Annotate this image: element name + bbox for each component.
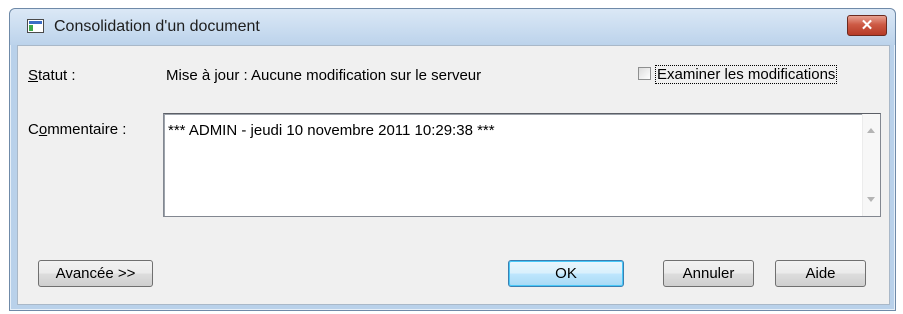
scroll-up-arrow-icon[interactable] bbox=[867, 128, 875, 133]
status-label-accesskey: S bbox=[28, 67, 39, 84]
comment-label-accesskey: o bbox=[38, 121, 48, 138]
help-button[interactable]: Aide bbox=[775, 260, 866, 287]
status-value: Mise à jour : Aucune modification sur le… bbox=[166, 67, 482, 84]
scroll-down-arrow-icon[interactable] bbox=[867, 197, 875, 202]
advanced-button[interactable]: Avancée >> bbox=[38, 260, 153, 287]
comment-label-rest: mmentaire : bbox=[47, 121, 127, 138]
status-label: Statut : bbox=[28, 67, 76, 84]
review-changes-label[interactable]: Examiner les modifications bbox=[655, 65, 838, 84]
close-icon: ✕ bbox=[860, 17, 874, 34]
cancel-button[interactable]: Annuler bbox=[663, 260, 754, 287]
ok-button[interactable]: OK bbox=[508, 260, 624, 287]
dialog-body: Statut : Mise à jour : Aucune modificati… bbox=[17, 45, 890, 305]
comment-text[interactable]: *** ADMIN - jeudi 10 novembre 2011 10:29… bbox=[168, 122, 495, 139]
document-window-icon bbox=[27, 19, 44, 33]
status-label-rest: tatut : bbox=[38, 67, 76, 84]
review-changes-checkbox-box[interactable] bbox=[638, 67, 651, 80]
review-changes-label-rest: xaminer les modifications bbox=[667, 66, 836, 83]
comment-label-first: C bbox=[28, 121, 39, 138]
dialog-title: Consolidation d'un document bbox=[54, 18, 260, 35]
consolidation-dialog: Consolidation d'un document ✕ Statut : M… bbox=[9, 8, 896, 311]
close-button[interactable]: ✕ bbox=[847, 15, 887, 36]
comment-label: Commentaire : bbox=[28, 121, 126, 138]
title-bar[interactable]: Consolidation d'un document ✕ bbox=[10, 9, 895, 45]
comment-scrollbar[interactable] bbox=[862, 114, 880, 216]
review-changes-accesskey: E bbox=[657, 66, 668, 83]
comment-textarea[interactable]: *** ADMIN - jeudi 10 novembre 2011 10:29… bbox=[163, 113, 881, 217]
